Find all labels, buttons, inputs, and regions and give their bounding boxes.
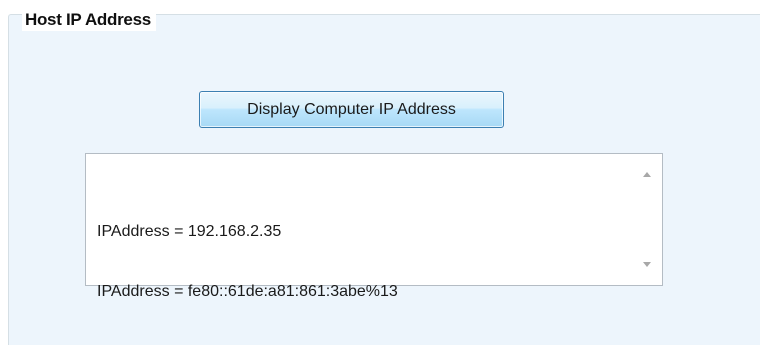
display-ip-address-button[interactable]: Display Computer IP Address	[199, 91, 504, 128]
ip-output-text: IPAddress = 192.168.2.35 IPAddress = fe8…	[97, 182, 398, 342]
scroll-up-arrow-icon[interactable]	[643, 172, 651, 177]
vertical-scrollbar[interactable]	[633, 155, 661, 284]
ip-output-line: IPAddress = fe80::61de:a81:861:3abe%13	[97, 283, 398, 300]
scroll-down-arrow-icon[interactable]	[643, 262, 651, 267]
group-title: Host IP Address	[22, 9, 156, 31]
ip-output-textbox[interactable]: IPAddress = 192.168.2.35 IPAddress = fe8…	[85, 153, 663, 300]
ip-output-line: IPAddress = 192.168.2.35	[97, 223, 282, 240]
